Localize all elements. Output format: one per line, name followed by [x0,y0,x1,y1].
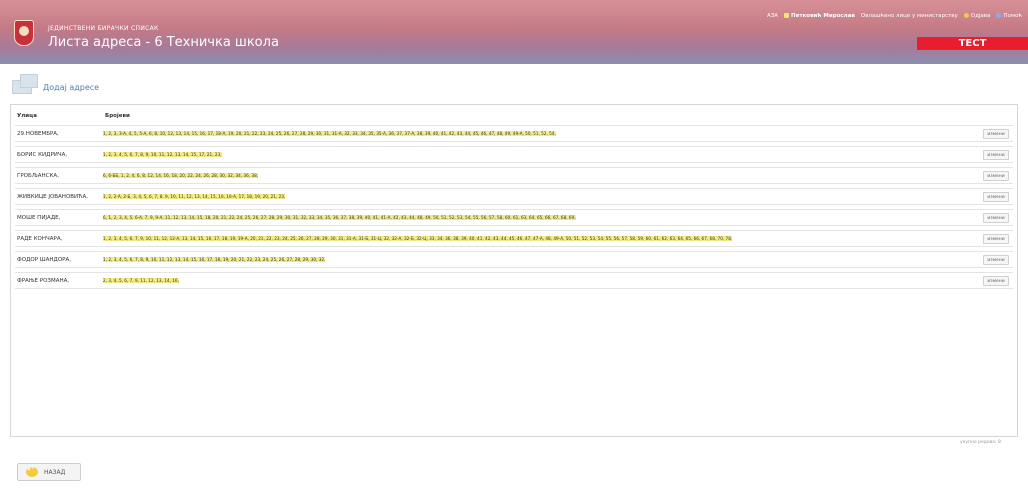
edit-button[interactable]: измени [983,150,1009,160]
help-icon [996,13,1002,18]
edit-button[interactable]: измени [983,213,1009,223]
role-link[interactable]: Овлашћено лице у министарству [861,13,958,19]
help-label: Помоћ [1003,13,1022,19]
table-row: РАДЕ КОНЧАРА, 1, 2, 3, 4, 5, 6, 7, 9, 10… [15,230,1013,247]
street-name: ФОДОР ШАНДОРА, [17,256,71,263]
house-numbers-text: 1, 2, 3, 4, 5, 6, 7, 9, 10, 11, 12, 12-А… [103,236,733,241]
street-name: ГРОБЉАНСКА, [17,172,59,179]
house-numbers-text: 1, 2, 2-А, 2-Б, 3, 4, 5, 6, 7, 8, 9, 10,… [103,194,286,199]
street-name: МОШЕ ПИЈАДЕ, [17,214,61,221]
house-numbers-text: 1, 2, 3, 4, 5, 6, 7, 8, 9, 10, 11, 12, 1… [103,257,326,262]
back-arrow-icon [26,465,38,477]
table-header: Улица Бројеви [11,105,1017,125]
table-row: БОРИС КИДРИЧА, 1, 2, 3, 4, 5, 6, 7, 8, 9… [15,146,1013,163]
section-header: Додај адресе [8,72,1020,100]
column-header-street: Улица [17,113,37,119]
house-numbers: 6, 1, 2, 3, 4, 5, 6-А, 7, 9, 9-А, 11, 12… [103,215,576,220]
house-numbers: 1, 2, 3, 3-А, 4, 5, 5-А, 6, 8, 10, 12, 1… [103,131,556,136]
user-name: Петковић Мирослав [791,13,855,19]
edit-button[interactable]: измени [983,171,1009,181]
address-list-icon [12,74,40,96]
page-title: Листа адреса - 6 Техничка школа [48,35,279,50]
back-button[interactable]: НАЗАД [17,463,81,481]
street-name: ЖИВКИЦЕ ЈОВАНОВИЋА, [17,193,88,200]
edit-button[interactable]: измени [983,129,1009,139]
house-numbers: 6, 6-ББ, 1, 2, 4, 6, 8, 12, 14, 16, 18, … [103,173,259,178]
coat-of-arms-icon [14,20,34,46]
back-button-label: НАЗАД [44,468,66,476]
user-icon [784,13,790,18]
edit-button[interactable]: измени [983,234,1009,244]
house-numbers-text: 1, 2, 3, 3-А, 4, 5, 5-А, 6, 8, 10, 12, 1… [103,131,556,136]
edit-button[interactable]: измени [983,276,1009,286]
system-name: ЈЕДИНСТВЕНИ БИРАЧКИ СПИСАК [48,25,159,32]
column-header-numbers: Бројеви [105,113,130,119]
app-header: ЈЕДИНСТВЕНИ БИРАЧКИ СПИСАК Листа адреса … [0,0,1028,64]
house-numbers-text: 2, 3, 4, 5, 6, 7, 9, 11, 12, 13, 14, 16, [103,278,179,283]
house-numbers-text: 1, 2, 3, 4, 5, 6, 7, 8, 9, 10, 11, 12, 1… [103,152,222,157]
table-row: ФРАЊЕ РОЗМАНА, 2, 3, 4, 5, 6, 7, 9, 11, … [15,272,1013,289]
table-row: ГРОБЉАНСКА, 6, 6-ББ, 1, 2, 4, 6, 8, 12, … [15,167,1013,184]
logout-label: Одјава [970,13,991,19]
table-row: МОШЕ ПИЈАДЕ, 6, 1, 2, 3, 4, 5, 6-А, 7, 9… [15,209,1013,226]
table-row: 29.НОВЕМБРА, 1, 2, 3, 3-А, 4, 5, 5-А, 6,… [15,125,1013,142]
edit-button[interactable]: измени [983,192,1009,202]
agency-link[interactable]: АЗА [767,13,778,19]
house-numbers-text: 6, 1, 2, 3, 4, 5, 6-А, 7, 9, 9-А, 11, 12… [103,215,576,220]
top-nav: АЗА Петковић Мирослав Овлашћено лице у м… [767,13,1022,19]
house-numbers: 1, 2, 2-А, 2-Б, 3, 4, 5, 6, 7, 8, 9, 10,… [103,194,286,199]
house-numbers: 2, 3, 4, 5, 6, 7, 9, 11, 12, 13, 14, 16, [103,278,179,283]
street-name: БОРИС КИДРИЧА, [17,151,68,158]
house-numbers: 1, 2, 3, 4, 5, 6, 7, 9, 10, 11, 12, 12-А… [103,236,733,241]
edit-button[interactable]: измени [983,255,1009,265]
street-name: ФРАЊЕ РОЗМАНА, [17,277,70,284]
house-numbers: 1, 2, 3, 4, 5, 6, 7, 8, 9, 10, 11, 12, 1… [103,152,222,157]
street-name: РАДЕ КОНЧАРА, [17,235,63,242]
environment-badge: ТЕСТ [917,37,1028,50]
add-addresses-link[interactable]: Додај адресе [43,83,99,92]
row-count: укупно редова: 8 [960,440,1001,445]
address-table: Улица Бројеви 29.НОВЕМБРА, 1, 2, 3, 3-А,… [10,104,1018,437]
help-link[interactable]: Помоћ [996,13,1022,19]
house-numbers-text: 6, 6-ББ, 1, 2, 4, 6, 8, 12, 14, 16, 18, … [103,173,259,178]
house-numbers: 1, 2, 3, 4, 5, 6, 7, 8, 9, 10, 11, 12, 1… [103,257,326,262]
street-name: 29.НОВЕМБРА, [17,130,59,137]
table-row: ФОДОР ШАНДОРА, 1, 2, 3, 4, 5, 6, 7, 8, 9… [15,251,1013,268]
logout-icon [963,13,969,18]
table-row: ЖИВКИЦЕ ЈОВАНОВИЋА, 1, 2, 2-А, 2-Б, 3, 4… [15,188,1013,205]
user-info: Петковић Мирослав [784,13,855,19]
logout-link[interactable]: Одјава [963,13,991,19]
